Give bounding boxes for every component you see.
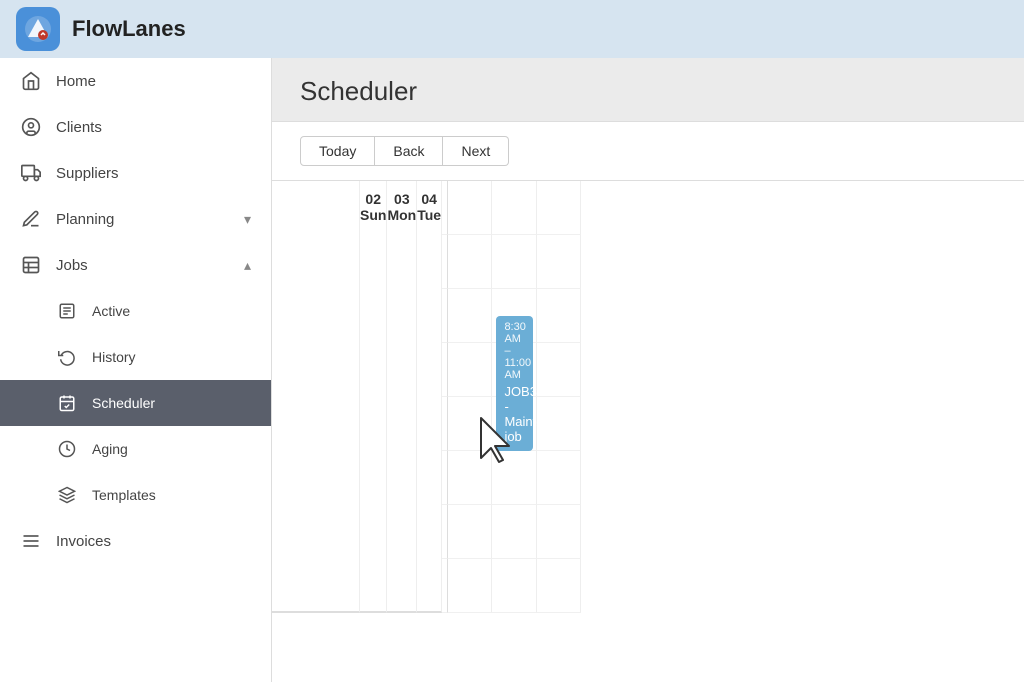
sidebar-item-history[interactable]: History — [0, 334, 271, 380]
cal-cell-row4-col0[interactable] — [448, 397, 492, 451]
sidebar-item-aging-label: Aging — [92, 441, 251, 457]
app-title: FlowLanes — [72, 16, 186, 42]
cal-time-header — [272, 181, 360, 613]
planning-icon — [20, 208, 42, 230]
sidebar-item-active[interactable]: Active — [0, 288, 271, 334]
sidebar-item-invoices-label: Invoices — [56, 533, 251, 550]
calendar-header-row: 02 Sun03 Mon04 Tue — [272, 181, 360, 613]
page-title: Scheduler — [300, 76, 996, 107]
event-time: 8:30 AM – 11:00 AM — [504, 321, 524, 381]
calendar-grid: 02 Sun03 Mon04 Tue6:00 AM7:00 AM8:00 AM9… — [272, 181, 1024, 613]
cal-header-03mon: 03 Mon — [387, 181, 417, 613]
top-header: FlowLanes — [0, 0, 1024, 58]
jobs-icon — [20, 254, 42, 276]
cal-cell-row2-col0[interactable] — [448, 289, 492, 343]
cal-cell-row7-col1[interactable] — [492, 559, 536, 613]
event-title: JOB3250 - Maintenance job — [504, 384, 524, 444]
cal-cell-row6-col0[interactable] — [448, 505, 492, 559]
sidebar-item-templates[interactable]: Templates — [0, 472, 271, 518]
calendar-area[interactable]: 02 Sun03 Mon04 Tue6:00 AM7:00 AM8:00 AM9… — [272, 181, 1024, 682]
cal-cell-row3-col0[interactable] — [448, 343, 492, 397]
back-button[interactable]: Back — [375, 136, 443, 166]
sidebar-item-invoices[interactable]: Invoices — [0, 518, 271, 564]
sidebar-item-history-label: History — [92, 349, 251, 365]
cal-cell-row1-col0[interactable] — [448, 235, 492, 289]
cal-cell-row5-col1[interactable] — [492, 451, 536, 505]
sidebar-item-suppliers[interactable]: Suppliers — [0, 150, 271, 196]
cal-cell-row0-col2[interactable] — [537, 181, 581, 235]
planning-chevron: ▾ — [244, 211, 251, 228]
sidebar-item-jobs[interactable]: Jobs ▴ — [0, 242, 271, 288]
cal-cell-row5-col2[interactable] — [537, 451, 581, 505]
scheduler-icon — [56, 392, 78, 414]
sidebar-item-home[interactable]: Home — [0, 58, 271, 104]
sidebar-item-suppliers-label: Suppliers — [56, 165, 251, 182]
aging-icon — [56, 438, 78, 460]
cal-cell-row7-col0[interactable] — [448, 559, 492, 613]
sidebar-item-planning-label: Planning — [56, 211, 230, 228]
sidebar-sub-jobs: Active History — [0, 288, 271, 518]
templates-icon — [56, 484, 78, 506]
next-button[interactable]: Next — [443, 136, 509, 166]
jobs-chevron: ▴ — [244, 257, 251, 274]
sidebar-item-active-label: Active — [92, 303, 251, 319]
today-button[interactable]: Today — [300, 136, 375, 166]
cal-cell-row0-col0[interactable] — [448, 181, 492, 235]
clients-icon — [20, 116, 42, 138]
cal-cell-row6-col2[interactable] — [537, 505, 581, 559]
history-icon — [56, 346, 78, 368]
home-icon — [20, 70, 42, 92]
sidebar-item-clients[interactable]: Clients — [0, 104, 271, 150]
sidebar: Home Clients Su — [0, 58, 272, 682]
sidebar-item-scheduler[interactable]: Scheduler — [0, 380, 271, 426]
sidebar-item-clients-label: Clients — [56, 119, 251, 136]
suppliers-icon — [20, 162, 42, 184]
main-layout: Home Clients Su — [0, 58, 1024, 682]
calendar-event[interactable]: 8:30 AM – 11:00 AM JOB3250 - Maintenance … — [496, 316, 532, 451]
sidebar-item-templates-label: Templates — [92, 487, 251, 503]
sidebar-item-jobs-label: Jobs — [56, 257, 230, 274]
sidebar-item-home-label: Home — [56, 73, 251, 90]
cal-header-04tue: 04 Tue — [417, 181, 442, 613]
cal-cell-row1-col1[interactable] — [492, 235, 536, 289]
sidebar-item-aging[interactable]: Aging — [0, 426, 271, 472]
logo — [16, 7, 60, 51]
cal-cell-row7-col2[interactable] — [537, 559, 581, 613]
cal-cell-row6-col1[interactable] — [492, 505, 536, 559]
sidebar-item-scheduler-label: Scheduler — [92, 395, 251, 411]
scheduler-toolbar: Today Back Next — [272, 122, 1024, 181]
sidebar-item-planning[interactable]: Planning ▾ — [0, 196, 271, 242]
content-header: Scheduler — [272, 58, 1024, 122]
cal-cell-row1-col2[interactable] — [537, 235, 581, 289]
invoices-icon — [20, 530, 42, 552]
cal-header-02sun: 02 Sun — [360, 181, 387, 613]
content-area: Scheduler Today Back Next 02 Sun03 Mon04… — [272, 58, 1024, 682]
active-icon — [56, 300, 78, 322]
cal-cell-row0-col1[interactable] — [492, 181, 536, 235]
cal-cell-row2-col2[interactable] — [537, 289, 581, 343]
cal-cell-row5-col0[interactable] — [448, 451, 492, 505]
